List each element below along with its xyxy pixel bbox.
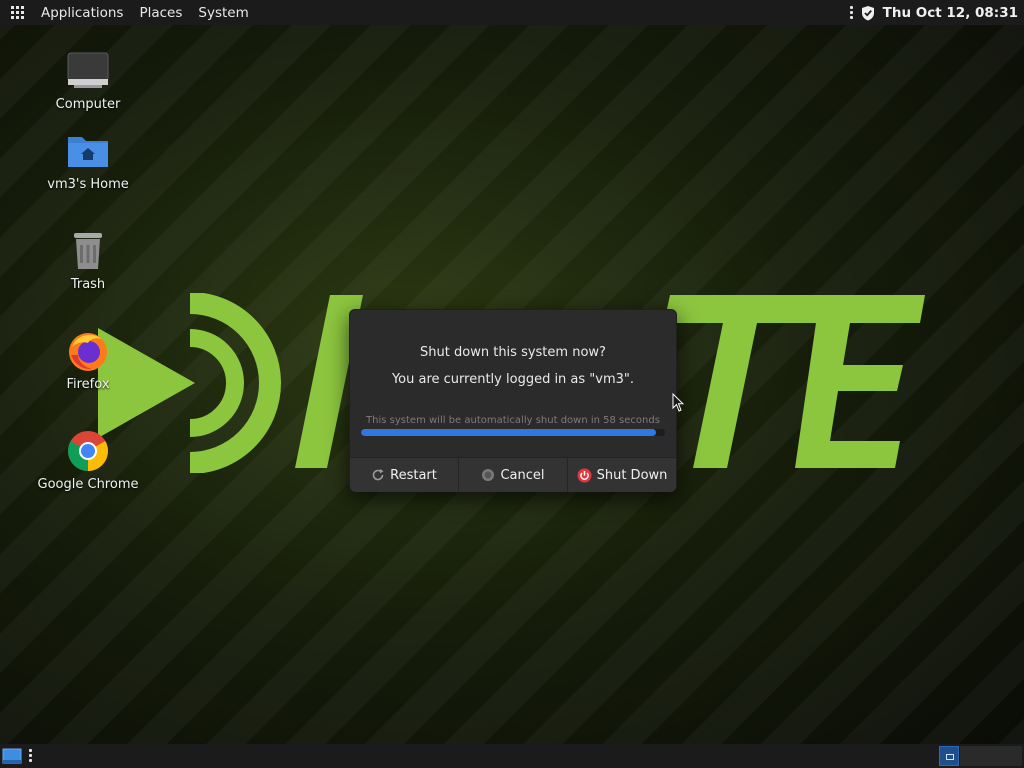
restart-label: Restart — [390, 467, 437, 483]
shutdown-timer-text: This system will be automatically shut d… — [366, 415, 660, 426]
power-icon — [577, 468, 592, 482]
shutdown-progress-bar — [361, 429, 665, 436]
clock[interactable]: Thu Oct 12, 08:31 — [883, 5, 1018, 21]
computer-icon — [66, 49, 110, 93]
applications-menu[interactable]: Applications — [33, 5, 131, 21]
trash-icon — [66, 229, 110, 273]
cancel-label: Cancel — [500, 467, 545, 483]
dialog-question: Shut down this system now? — [420, 345, 606, 360]
workspace-1[interactable] — [939, 746, 959, 766]
top-panel: Applications Places System Thu Oct 12, 0… — [0, 0, 1024, 25]
overflow-menu-icon[interactable] — [849, 6, 853, 19]
desktop-icon-label: vm3's Home — [47, 177, 129, 192]
desktop-icon-label: Firefox — [66, 377, 110, 392]
workspace-2[interactable] — [960, 746, 1022, 766]
shield-check-icon[interactable] — [861, 5, 875, 21]
places-menu[interactable]: Places — [131, 5, 190, 21]
cancel-button[interactable]: Cancel — [458, 458, 567, 492]
desktop-icon-label: Computer — [55, 97, 121, 112]
progress-fill — [361, 429, 656, 436]
restart-icon — [372, 469, 384, 481]
desktop-icon-chrome[interactable]: Google Chrome — [33, 429, 143, 492]
cancel-icon — [482, 469, 495, 481]
desktop-icon-computer[interactable]: Computer — [33, 49, 143, 112]
desktop-icon-trash[interactable]: Trash — [33, 229, 143, 292]
apps-grid-icon[interactable] — [11, 5, 25, 20]
mouse-pointer-icon — [672, 393, 684, 412]
dialog-user-line: You are currently logged in as "vm3". — [391, 372, 635, 387]
home-folder-icon — [66, 129, 110, 173]
shutdown-label: Shut Down — [596, 467, 668, 483]
panel-handle-icon[interactable] — [29, 749, 32, 762]
bottom-panel — [0, 744, 1024, 768]
show-desktop-icon[interactable] — [2, 747, 22, 765]
restart-button[interactable]: Restart — [350, 458, 458, 492]
desktop-icon-label: Google Chrome — [37, 477, 139, 492]
system-menu[interactable]: System — [190, 5, 256, 21]
desktop-icon-label: Trash — [70, 277, 106, 292]
desktop-icon-home[interactable]: vm3's Home — [33, 129, 143, 192]
chrome-icon — [66, 429, 110, 473]
firefox-icon — [66, 329, 110, 373]
desktop-icon-firefox[interactable]: Firefox — [33, 329, 143, 392]
shutdown-button[interactable]: Shut Down — [567, 458, 676, 492]
shutdown-dialog: Shut down this system now? You are curre… — [349, 309, 677, 492]
